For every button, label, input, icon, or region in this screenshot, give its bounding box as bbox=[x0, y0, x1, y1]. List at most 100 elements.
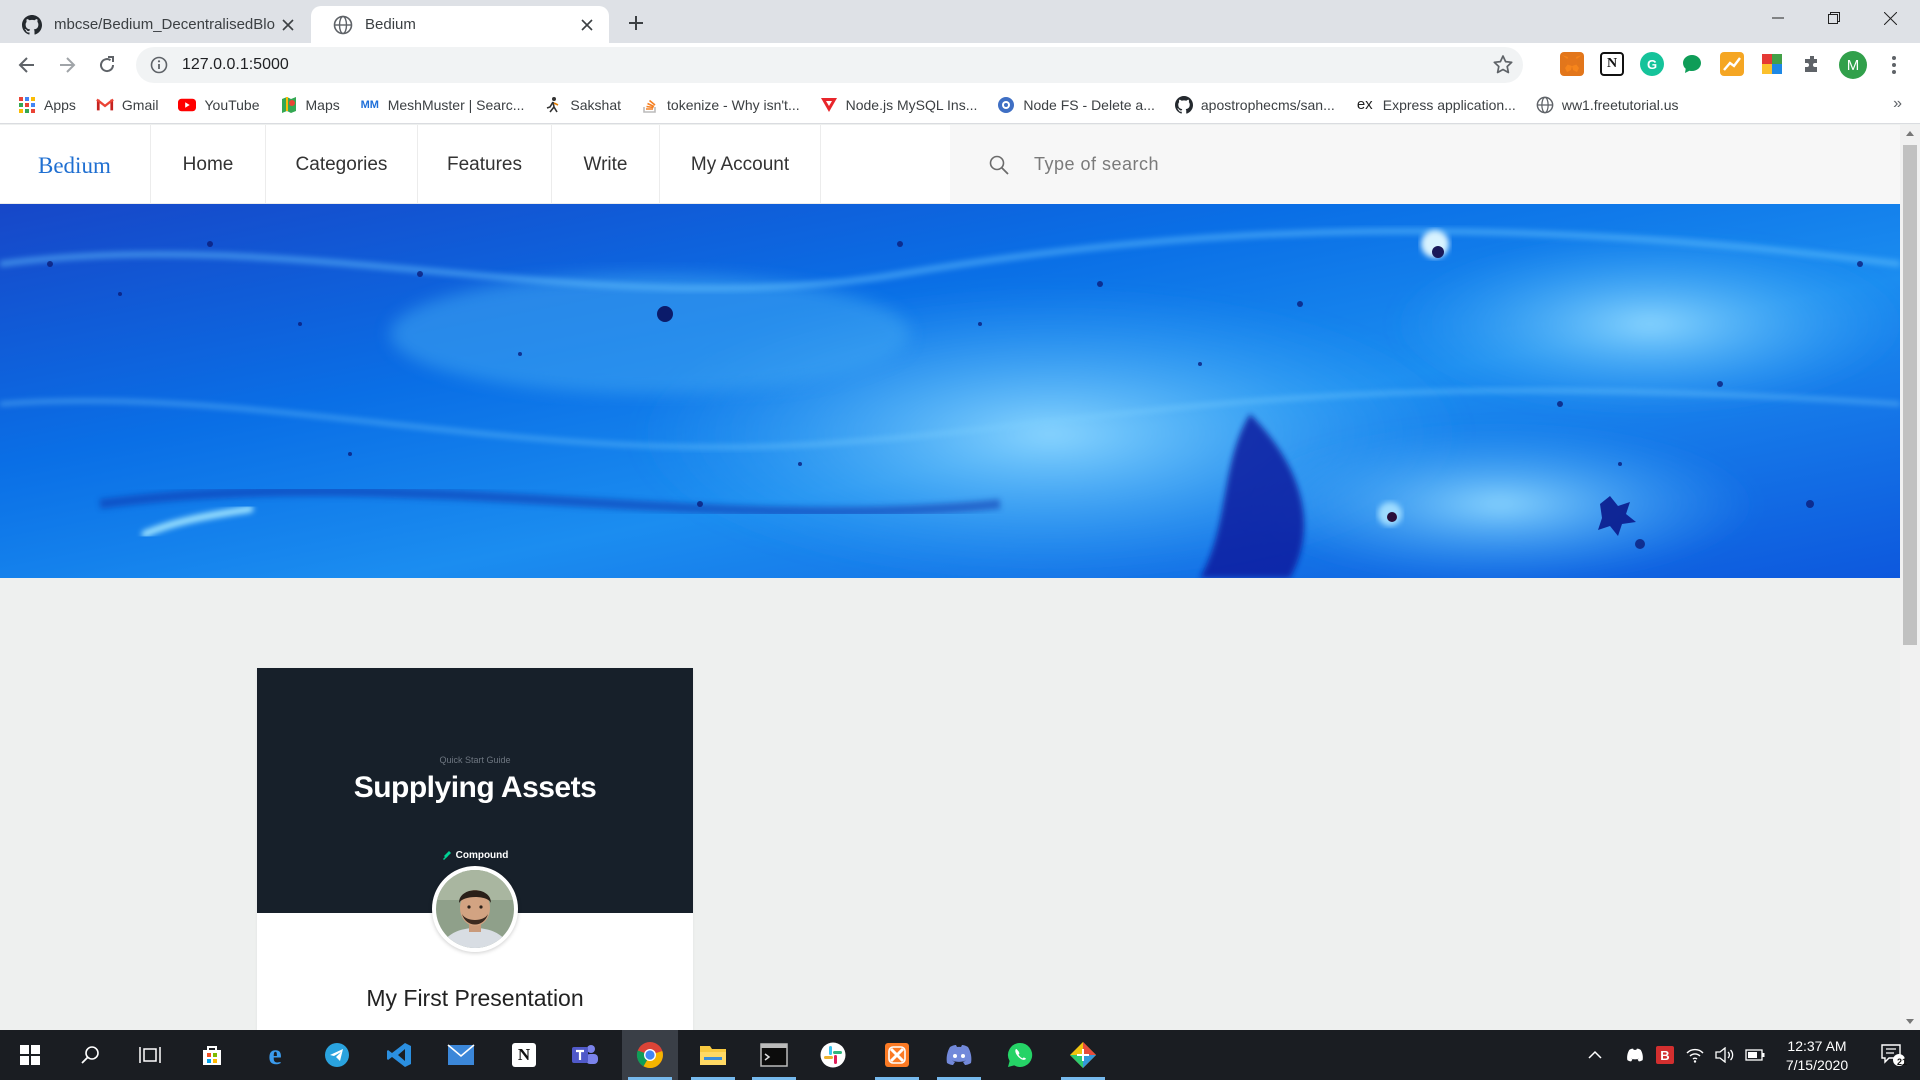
address-bar[interactable]: 127.0.0.1:5000 bbox=[136, 47, 1523, 83]
hero-banner-image bbox=[0, 204, 1900, 578]
bookmark-maps[interactable]: Maps bbox=[280, 96, 340, 114]
tray-volume[interactable] bbox=[1710, 1030, 1740, 1080]
battery-icon bbox=[1745, 1049, 1765, 1061]
reload-button[interactable] bbox=[92, 50, 122, 80]
nav-features[interactable]: Features bbox=[417, 125, 551, 204]
git-diamond-icon bbox=[1070, 1042, 1096, 1068]
taskbar-notion[interactable]: N bbox=[499, 1030, 549, 1080]
analytics-extension-icon[interactable] bbox=[1720, 52, 1744, 76]
bookmark-gmail[interactable]: Gmail bbox=[96, 96, 158, 114]
taskbar-file-explorer[interactable] bbox=[685, 1030, 741, 1080]
chat-extension-icon[interactable] bbox=[1680, 52, 1704, 76]
minimize-button[interactable] bbox=[1750, 0, 1806, 36]
taskbar-mail[interactable] bbox=[436, 1030, 486, 1080]
browser-menu-button[interactable] bbox=[1880, 51, 1908, 79]
taskbar-edge[interactable]: e bbox=[250, 1030, 300, 1080]
task-view-button[interactable] bbox=[125, 1030, 175, 1080]
extensions-button[interactable] bbox=[1800, 52, 1824, 76]
grammarly-extension-icon[interactable]: G bbox=[1640, 52, 1664, 76]
taskbar-teams[interactable] bbox=[560, 1030, 610, 1080]
browser-tab-github[interactable]: mbcse/Bedium_DecentralisedBlo bbox=[0, 6, 310, 43]
nav-categories[interactable]: Categories bbox=[265, 125, 417, 204]
show-hidden-icons-button[interactable] bbox=[1580, 1030, 1610, 1080]
nav-home[interactable]: Home bbox=[150, 125, 265, 204]
taskbar-terminal[interactable] bbox=[746, 1030, 802, 1080]
info-icon[interactable] bbox=[150, 56, 168, 74]
more-bookmarks-button[interactable]: » bbox=[1893, 95, 1902, 113]
bookmark-sakshat[interactable]: Sakshat bbox=[544, 96, 621, 114]
browser-tab-bedium[interactable]: Bedium bbox=[311, 6, 609, 43]
colorful-extension-icon[interactable] bbox=[1760, 52, 1784, 76]
task-view-icon bbox=[139, 1047, 161, 1063]
post-card[interactable]: Quick Start Guide Supplying Assets Compo… bbox=[257, 668, 693, 1030]
bookmark-freetutorial[interactable]: ww1.freetutorial.us bbox=[1536, 96, 1679, 114]
tray-wifi[interactable] bbox=[1680, 1030, 1710, 1080]
tray-discord[interactable] bbox=[1620, 1030, 1650, 1080]
taskbar-git[interactable] bbox=[1055, 1030, 1111, 1080]
nav-my-account[interactable]: My Account bbox=[659, 125, 821, 204]
tray-clock[interactable]: 12:37 AM 7/15/2020 bbox=[1772, 1037, 1862, 1075]
bookmark-label: Maps bbox=[305, 96, 340, 113]
profile-avatar-button[interactable]: M bbox=[1839, 51, 1867, 79]
discord-icon bbox=[946, 1045, 972, 1065]
bookmark-nodejs-mysql[interactable]: Node.js MySQL Ins... bbox=[820, 96, 977, 114]
bookmark-label: Apps bbox=[44, 96, 76, 113]
author-avatar[interactable] bbox=[432, 866, 518, 952]
action-center-button[interactable]: 21 bbox=[1868, 1030, 1918, 1080]
bookmark-label: Express application... bbox=[1382, 96, 1516, 113]
restore-icon bbox=[1828, 12, 1840, 24]
stackoverflow-icon bbox=[643, 99, 656, 113]
site-navbar: Bedium Home Categories Features Write My… bbox=[0, 125, 1900, 204]
close-window-button[interactable] bbox=[1862, 0, 1918, 36]
taskbar-whatsapp[interactable] bbox=[995, 1030, 1045, 1080]
bookmark-star-icon[interactable] bbox=[1491, 53, 1515, 77]
restore-button[interactable] bbox=[1806, 0, 1862, 36]
page-viewport: Bedium Home Categories Features Write My… bbox=[0, 125, 1900, 1030]
bookmark-express[interactable]: ex Express application... bbox=[1355, 96, 1516, 114]
tab-close-icon[interactable] bbox=[577, 15, 597, 35]
bookmark-meshmuster[interactable]: MM MeshMuster | Searc... bbox=[360, 96, 525, 114]
tray-app[interactable]: B bbox=[1650, 1030, 1680, 1080]
taskbar-chrome[interactable] bbox=[622, 1030, 678, 1080]
grid-puzzle-icon bbox=[1762, 54, 1782, 74]
scrollbar-thumb[interactable] bbox=[1903, 145, 1917, 645]
bookmark-apostrophecms[interactable]: apostrophecms/san... bbox=[1174, 95, 1335, 114]
reload-icon bbox=[100, 56, 115, 73]
notification-count-badge: 21 bbox=[1897, 1057, 1908, 1067]
taskbar-store[interactable] bbox=[187, 1030, 237, 1080]
new-tab-button[interactable] bbox=[622, 9, 650, 37]
bookmark-youtube[interactable]: YouTube bbox=[178, 96, 260, 114]
scroll-down-icon[interactable] bbox=[1906, 1019, 1914, 1024]
chrome-icon bbox=[636, 1042, 663, 1069]
search-input[interactable] bbox=[1034, 154, 1534, 175]
notion-icon: N bbox=[512, 1043, 536, 1067]
tray-battery[interactable] bbox=[1740, 1030, 1770, 1080]
github-icon bbox=[22, 14, 42, 35]
minimize-icon bbox=[1772, 17, 1784, 19]
tab-close-icon[interactable] bbox=[278, 15, 298, 35]
taskbar-xampp[interactable] bbox=[869, 1030, 925, 1080]
taskbar-discord[interactable] bbox=[931, 1030, 987, 1080]
scroll-up-icon[interactable] bbox=[1906, 131, 1914, 136]
start-button[interactable] bbox=[5, 1030, 55, 1080]
taskbar-vscode[interactable] bbox=[374, 1030, 424, 1080]
terminal-icon bbox=[760, 1043, 788, 1067]
taskbar-telegram[interactable] bbox=[312, 1030, 362, 1080]
clock-time: 12:37 AM bbox=[1787, 1038, 1847, 1054]
nav-write[interactable]: Write bbox=[551, 125, 659, 204]
back-button[interactable] bbox=[12, 50, 42, 80]
search-icon bbox=[989, 155, 1009, 175]
page-scrollbar[interactable] bbox=[1900, 125, 1920, 1030]
bookmark-apps[interactable]: Apps bbox=[18, 96, 76, 114]
cover-kicker: Quick Start Guide bbox=[439, 755, 511, 765]
notion-extension-icon[interactable]: N bbox=[1600, 52, 1624, 76]
forward-button[interactable] bbox=[52, 50, 82, 80]
bookmark-node-fs[interactable]: Node FS - Delete a... bbox=[997, 96, 1155, 114]
post-title[interactable]: My First Presentation bbox=[257, 985, 693, 1012]
metamask-extension-icon[interactable] bbox=[1560, 52, 1584, 76]
taskbar-search-button[interactable] bbox=[65, 1030, 115, 1080]
bookmark-stackoverflow[interactable]: tokenize - Why isn't... bbox=[641, 96, 800, 114]
bookmark-label: MeshMuster | Searc... bbox=[387, 96, 525, 113]
taskbar-slack[interactable] bbox=[808, 1030, 858, 1080]
site-brand-logo[interactable]: Bedium bbox=[38, 153, 111, 179]
